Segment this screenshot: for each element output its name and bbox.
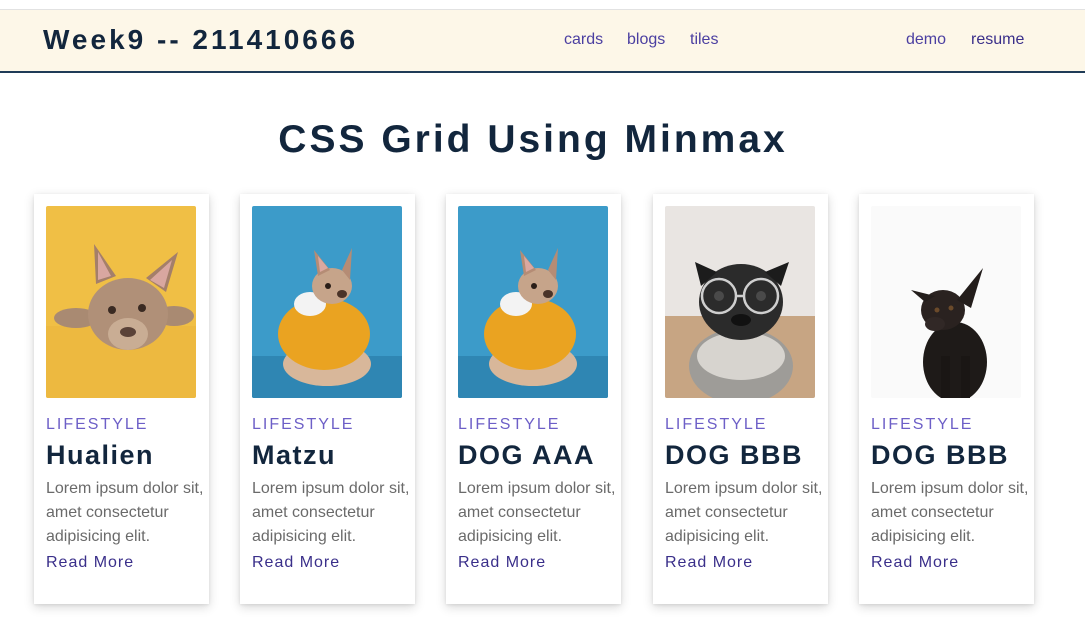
dog-photo-icon: [46, 206, 196, 398]
card-category: LIFESTYLE: [46, 416, 149, 433]
card-category: LIFESTYLE: [665, 416, 768, 433]
read-more-link[interactable]: Read More: [458, 554, 546, 572]
dog-photo-icon: [252, 206, 402, 398]
card-image-pug-glasses: [665, 206, 815, 398]
nav-link-blogs[interactable]: blogs: [627, 31, 665, 49]
nav-link-cards[interactable]: cards: [564, 31, 603, 49]
card-title: DOG BBB: [871, 440, 1009, 470]
card-text: Lorem ipsum dolor sit, amet consectetur …: [46, 480, 204, 545]
read-more-link[interactable]: Read More: [871, 554, 959, 572]
page-title: CSS Grid Using Minmax: [278, 118, 788, 161]
nav-link-resume[interactable]: resume: [971, 31, 1024, 49]
card: LIFESTYLE DOG BBB Lorem ipsum dolor sit,…: [653, 194, 828, 604]
nav-link-tiles[interactable]: tiles: [690, 31, 718, 49]
card-category: LIFESTYLE: [252, 416, 355, 433]
card-image-french-bulldog-hoodie: [252, 206, 402, 398]
card-image-french-bulldog-hoodie: [458, 206, 608, 398]
dog-photo-icon: [665, 206, 815, 398]
card-title: Matzu: [252, 440, 336, 470]
card-text: Lorem ipsum dolor sit, amet consectetur …: [252, 480, 410, 545]
navbar: Week9 -- 211410666 cards blogs tiles dem…: [0, 10, 1085, 73]
read-more-link[interactable]: Read More: [665, 554, 753, 572]
card-category: LIFESTYLE: [458, 416, 561, 433]
card-text: Lorem ipsum dolor sit, amet consectetur …: [871, 480, 1029, 545]
card-title: Hualien: [46, 440, 155, 470]
card: LIFESTYLE DOG BBB Lorem ipsum dolor sit,…: [859, 194, 1034, 604]
card-image-black-dog: [871, 206, 1021, 398]
card: LIFESTYLE Matzu Lorem ipsum dolor sit, a…: [240, 194, 415, 604]
card-title: DOG AAA: [458, 440, 595, 470]
nav-link-demo[interactable]: demo: [906, 31, 946, 49]
card-text: Lorem ipsum dolor sit, amet consectetur …: [458, 480, 616, 545]
card-category: LIFESTYLE: [871, 416, 974, 433]
read-more-link[interactable]: Read More: [46, 554, 134, 572]
brand-title: Week9 -- 211410666: [43, 24, 359, 55]
card-text: Lorem ipsum dolor sit, amet consectetur …: [665, 480, 823, 545]
card-title: DOG BBB: [665, 440, 803, 470]
card-image-french-bulldog-yellow: [46, 206, 196, 398]
card: LIFESTYLE Hualien Lorem ipsum dolor sit,…: [34, 194, 209, 604]
dog-photo-icon: [458, 206, 608, 398]
card: LIFESTYLE DOG AAA Lorem ipsum dolor sit,…: [446, 194, 621, 604]
dog-photo-icon: [871, 206, 1021, 398]
read-more-link[interactable]: Read More: [252, 554, 340, 572]
